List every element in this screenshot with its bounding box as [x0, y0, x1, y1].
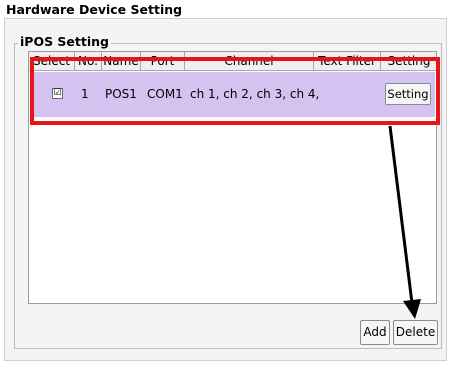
delete-button[interactable]: Delete	[393, 320, 438, 345]
annotation-arrow	[388, 125, 421, 319]
add-button[interactable]: Add	[360, 320, 390, 345]
